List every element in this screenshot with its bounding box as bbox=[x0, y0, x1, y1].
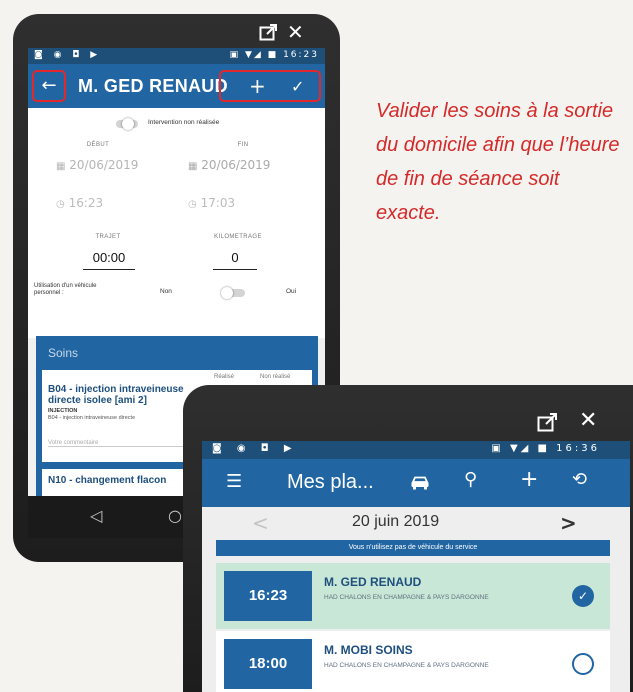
vehicle-toggle-knob[interactable] bbox=[221, 287, 233, 299]
appointment-patient: M. GED RENAUD bbox=[324, 575, 422, 589]
close-icon[interactable]: ✕ bbox=[579, 410, 597, 432]
popout-icon[interactable] bbox=[259, 24, 279, 42]
menu-icon[interactable]: ☰ bbox=[226, 471, 242, 492]
soin-n10-title: N10 - changement flacon bbox=[48, 475, 167, 486]
status-bar-2: ◙ ◉ ◘ ▶ ▣ ▼◢ ■ 16:36 bbox=[202, 441, 630, 459]
intervention-label: Intervention non réalisée bbox=[148, 119, 220, 126]
app-bar-2: ☰ Mes pla... ⚲ + ⟲ bbox=[202, 459, 630, 507]
search-icon[interactable]: ⚲ bbox=[464, 469, 477, 490]
trajet-label: TRAJET bbox=[95, 234, 121, 240]
status-pending-circle-icon[interactable] bbox=[572, 653, 594, 675]
next-day-button[interactable]: > bbox=[560, 511, 577, 535]
window-controls-1: ✕ bbox=[255, 22, 335, 44]
appointment-row[interactable]: 16:23 M. GED RENAUD HAD CHALONS EN CHAMPAG… bbox=[216, 563, 610, 629]
session-form: Intervention non réalisée DÉBUT FIN ▦ 20… bbox=[28, 108, 325, 338]
calendar-icon: ▦ bbox=[188, 161, 198, 172]
appointment-time: 16:23 bbox=[224, 571, 312, 621]
appointment-time: 18:00 bbox=[224, 639, 312, 689]
appointment-row[interactable]: 18:00 M. MOBI SOINS HAD CHALONS EN CHAMPAG… bbox=[216, 631, 610, 692]
add-icon[interactable]: + bbox=[249, 74, 266, 98]
highlighted-actions: + ✓ bbox=[219, 70, 321, 102]
add-icon[interactable]: + bbox=[520, 467, 538, 492]
back-arrow-icon: ← bbox=[41, 75, 57, 96]
status-right-icons: ▣ ▼◢ ■ bbox=[491, 443, 550, 454]
vehicle-banner: Vous n'utilisez pas de véhicule du servi… bbox=[216, 540, 610, 556]
soins-title: Soins bbox=[48, 346, 79, 360]
nav-back-icon[interactable]: ◁ bbox=[90, 506, 102, 525]
trajet-input[interactable]: 00:00 bbox=[83, 250, 135, 270]
planning-title: Mes pla... bbox=[287, 471, 374, 493]
nav-home-icon[interactable]: ○ bbox=[168, 506, 182, 525]
status-left-icons: ◙ ◉ ◘ ▶ bbox=[212, 443, 298, 454]
calendar-icon: ▦ bbox=[56, 161, 66, 172]
soin-b04-desc: B04 - injection intraveineuse directe bbox=[48, 415, 136, 421]
clock-icon: ◷ bbox=[188, 199, 197, 210]
status-right: ▣ ▼◢ ■ 16:36 bbox=[491, 443, 600, 454]
km-input[interactable]: 0 bbox=[213, 250, 257, 270]
window-controls-2: ✕ bbox=[533, 410, 623, 436]
appointment-organisation: HAD CHALONS EN CHAMPAGNE & PAYS DARGONNE bbox=[324, 594, 489, 601]
debut-time-value: 16:23 bbox=[68, 196, 104, 210]
date-navigator: < 20 juin 2019 > bbox=[202, 507, 630, 539]
fin-label: FIN bbox=[237, 142, 249, 148]
fin-date-field[interactable]: ▦ 20/06/2019 bbox=[188, 158, 270, 172]
appointment-organisation: HAD CHALONS EN CHAMPAGNE & PAYS DARGONNE bbox=[324, 662, 489, 669]
back-button[interactable]: ← bbox=[32, 70, 66, 102]
appointment-patient: M. MOBI SOINS bbox=[324, 643, 413, 657]
instruction-text: Valider les soins à la sortie du domicil… bbox=[376, 100, 620, 224]
status-done-check-icon[interactable]: ✓ bbox=[572, 585, 594, 607]
intervention-toggle-knob[interactable] bbox=[122, 118, 134, 130]
realise-label: Réalisé bbox=[214, 374, 235, 380]
prev-day-button[interactable]: < bbox=[252, 511, 269, 535]
validate-check-icon[interactable]: ✓ bbox=[291, 77, 304, 96]
patient-title: M. GED RENAUD bbox=[78, 76, 228, 96]
vehicle-yes-label: Oui bbox=[286, 288, 297, 295]
clock-icon: ◷ bbox=[56, 199, 65, 210]
status-right-icons: ▣ ▼◢ ■ bbox=[229, 50, 279, 60]
debut-date-value: 20/06/2019 bbox=[69, 158, 139, 172]
status-bar-1: ◙ ◉ ◘ ▶ ▣ ▼◢ ■ 16:23 bbox=[28, 48, 325, 64]
fin-time-field[interactable]: ◷ 17:03 bbox=[188, 196, 235, 210]
status-time: 16:36 bbox=[556, 443, 600, 454]
current-date: 20 juin 2019 bbox=[352, 513, 440, 530]
screen-2: ◙ ◉ ◘ ▶ ▣ ▼◢ ■ 16:36 ☰ Mes pla... ⚲ + ⟲ … bbox=[202, 441, 630, 692]
popout-icon[interactable] bbox=[537, 413, 559, 433]
vehicle-no-label: Non bbox=[160, 288, 172, 295]
sync-icon[interactable]: ⟲ bbox=[572, 469, 587, 490]
status-left-icons: ◙ ◉ ◘ ▶ bbox=[34, 50, 102, 60]
fin-date-value: 20/06/2019 bbox=[201, 158, 271, 172]
soin-b04-category: INJECTION bbox=[48, 408, 78, 414]
vehicle-question: Utilisation d'un véhicule personnel : bbox=[34, 283, 97, 296]
status-right: ▣ ▼◢ ■ 16:23 bbox=[230, 50, 319, 60]
non-realise-label: Non réalisé bbox=[260, 374, 291, 380]
fin-time-value: 17:03 bbox=[200, 196, 236, 210]
status-time: 16:23 bbox=[283, 50, 319, 60]
close-icon[interactable]: ✕ bbox=[287, 22, 304, 42]
km-label: KILOMETRAGE bbox=[214, 234, 262, 240]
debut-date-field[interactable]: ▦ 20/06/2019 bbox=[56, 158, 138, 172]
debut-label: DÉBUT bbox=[86, 142, 110, 148]
car-icon[interactable] bbox=[410, 476, 430, 490]
comment-input[interactable]: Votre commentaire bbox=[48, 440, 198, 447]
app-bar-1: ← M. GED RENAUD + ✓ bbox=[28, 64, 325, 108]
debut-time-field[interactable]: ◷ 16:23 bbox=[56, 196, 103, 210]
